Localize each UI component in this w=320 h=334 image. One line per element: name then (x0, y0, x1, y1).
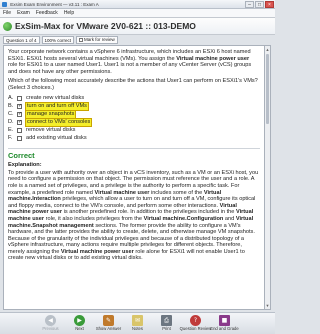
answer-options: A. create new virtual disks B. turn on a… (8, 95, 260, 143)
exam-header: ExSim-Max for VMware 2V0-621 :: 013-DEMO (0, 18, 275, 35)
app-icon (2, 2, 7, 8)
option-letter: C. (8, 111, 14, 118)
end-and-grade-button[interactable]: ■ End and Grade (210, 313, 239, 334)
question-review-label: Question Review (179, 326, 212, 331)
exsim-logo-icon (3, 22, 12, 31)
menu-feedback[interactable]: Feedback (36, 9, 58, 17)
scroll-up-icon[interactable]: ▲ (265, 47, 270, 52)
show-answer-button[interactable]: ✎ Show Answer (95, 313, 122, 334)
next-button[interactable]: ▶ Next (66, 313, 93, 334)
question-paragraph-1: Your corporate network contains a vSpher… (8, 49, 260, 75)
result-status: Correct (8, 150, 35, 160)
window-title: Exsim Exam Environment — v3.11 : Exam A (10, 2, 99, 7)
option-text: create new virtual disks (26, 95, 85, 102)
divider (8, 147, 260, 149)
explanation-text: is another predefined role. In addition … (62, 209, 236, 216)
question-info-bar: Question 1 of 4 100% correct Mark for re… (3, 36, 269, 44)
explanation-term: Virtual machine.Configuration (143, 215, 224, 222)
option-checkbox[interactable] (17, 96, 22, 102)
option-checkbox[interactable] (17, 111, 22, 118)
scrollbar-thumb[interactable] (266, 54, 269, 124)
maximize-button[interactable]: □ (255, 1, 264, 8)
minimize-button[interactable]: – (245, 1, 254, 8)
question-panel: Your corporate network contains a vSpher… (3, 45, 265, 310)
option-text: add existing virtual disks (26, 135, 87, 142)
option-letter: A. (8, 95, 14, 102)
next-icon: ▶ (74, 315, 85, 326)
option-text: remove virtual disks (26, 127, 76, 134)
explanation-text: and (223, 215, 236, 222)
notes-button[interactable]: ✉ Notes (124, 313, 151, 334)
option-checkbox[interactable] (17, 119, 22, 126)
explanation: Explanation: To provide a user with auth… (8, 162, 260, 262)
window-titlebar: Exsim Exam Environment — v3.11 : Exam A … (0, 0, 275, 9)
menu-exam[interactable]: Exam (17, 9, 30, 17)
option-d[interactable]: D. connect to VMs' consoles (8, 118, 260, 127)
end-and-grade-icon: ■ (219, 315, 230, 326)
previous-button[interactable]: ◀ Previous (37, 313, 64, 334)
option-checkbox[interactable] (17, 103, 22, 110)
score-percent: 100% correct (41, 36, 75, 44)
option-e[interactable]: E. remove virtual disks (8, 127, 260, 135)
checkbox-icon (79, 38, 84, 42)
print-button[interactable]: ⎙ Print (153, 313, 180, 334)
explanation-paragraph: To provide a user with authority over an… (8, 170, 260, 262)
question-role-name: Virtual machine power user (176, 55, 250, 62)
next-label: Next (75, 326, 84, 331)
show-answer-label: Show Answer (95, 326, 122, 331)
option-letter: F. (8, 135, 13, 142)
mark-for-review-label: Mark for review (84, 37, 115, 42)
question-review-button[interactable]: ? Question Review (179, 313, 212, 334)
explanation-title: Explanation: (8, 162, 42, 169)
menu-file[interactable]: File (3, 9, 11, 17)
option-text: connect to VMs' consoles (25, 118, 93, 127)
question-paragraph-2: Which of the following most accurately d… (8, 78, 258, 91)
option-letter: D. (8, 119, 14, 126)
scroll-down-icon[interactable]: ▼ (265, 303, 270, 308)
option-checkbox[interactable] (17, 136, 22, 142)
question-review-icon: ? (190, 315, 201, 326)
window-controls: – □ × (245, 1, 274, 8)
notes-icon: ✉ (132, 315, 143, 326)
option-checkbox[interactable] (17, 128, 22, 134)
explanation-term: Virtual machine power user (60, 248, 134, 255)
option-letter: B. (8, 103, 14, 110)
explanation-text: role, it also includes privileges from t… (44, 215, 144, 222)
question-text-part: role for ESXi1 to a user named User1. Us… (8, 62, 252, 75)
notes-label: Notes (132, 326, 143, 331)
question-text: Your corporate network contains a vSpher… (8, 49, 260, 92)
close-button[interactable]: × (265, 1, 274, 8)
explanation-term: Virtual machine user (94, 189, 150, 196)
option-letter: E. (8, 127, 14, 134)
exam-title: ExSim-Max for VMware 2V0-621 :: 013-DEMO (15, 21, 196, 31)
end-and-grade-label: End and Grade (210, 326, 239, 331)
bottom-toolbar: ◀ Previous ▶ Next ✎ Show Answer ✉ Notes … (0, 312, 275, 334)
question-counter: Question 1 of 4 (3, 36, 40, 44)
option-f[interactable]: F. add existing virtual disks (8, 135, 260, 143)
print-icon: ⎙ (161, 315, 172, 326)
print-label: Print (162, 326, 171, 331)
previous-icon: ◀ (45, 315, 56, 326)
previous-label: Previous (42, 326, 59, 331)
menu-help[interactable]: Help (64, 9, 74, 17)
show-answer-icon: ✎ (103, 315, 114, 326)
vertical-scrollbar[interactable]: ▲ ▼ (265, 45, 271, 310)
explanation-text: includes some of the (149, 189, 204, 196)
mark-for-review-checkbox[interactable]: Mark for review (76, 36, 118, 44)
menu-bar: File Exam Feedback Help (0, 9, 275, 18)
